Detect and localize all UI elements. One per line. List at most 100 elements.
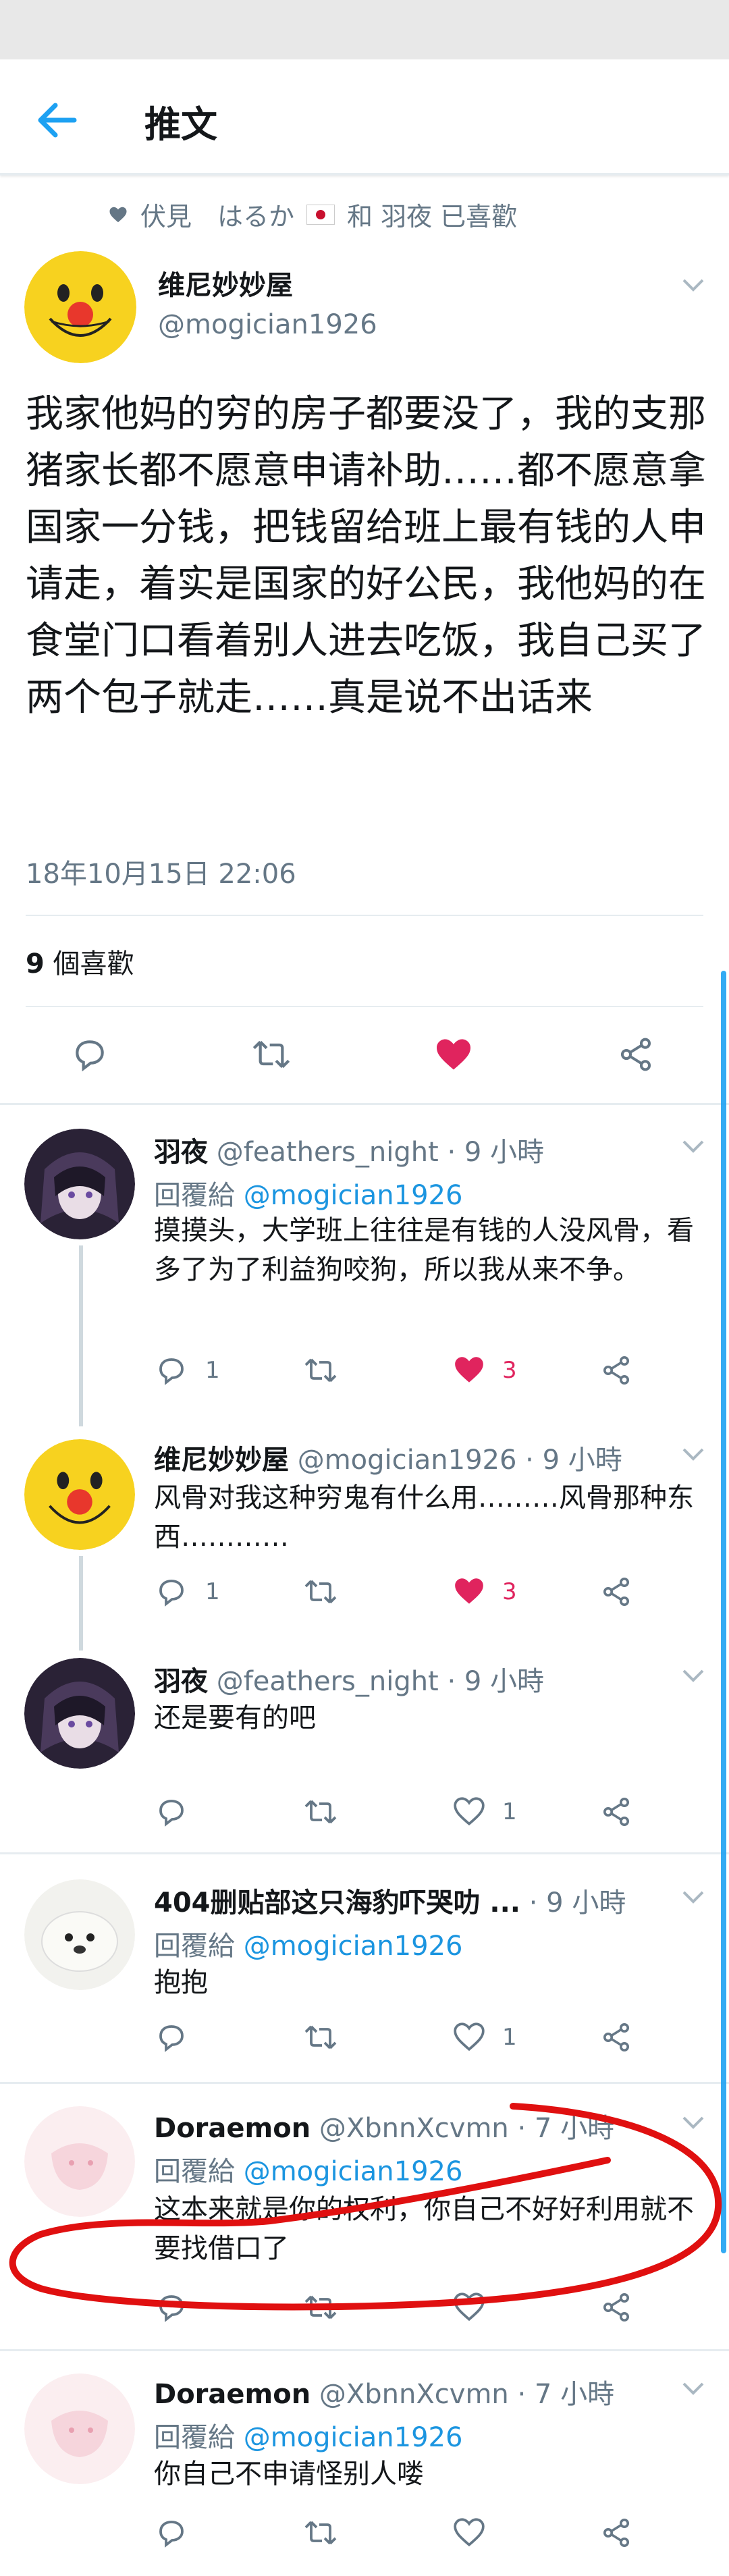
like-count: 3: [502, 1578, 517, 1605]
reply-text: 你自己不申请怪别人喽: [154, 2459, 424, 2490]
reply-meta: · 9 小時: [520, 1887, 626, 1918]
avatar-reply[interactable]: [24, 1439, 135, 1550]
heart-icon[interactable]: [432, 1034, 475, 1075]
scrollbar[interactable]: [721, 971, 726, 2253]
reply-author-name: 404删贴部这只海豹吓哭叻 ...: [154, 1887, 521, 1918]
divider: [0, 1103, 729, 1105]
heart-icon[interactable]: [451, 1353, 487, 1387]
reply-count: 1: [205, 1357, 220, 1384]
liked-by-suffix: 和 羽夜 已喜歡: [347, 202, 518, 232]
retweet-icon[interactable]: [302, 2021, 339, 2054]
thread-line: [79, 1556, 83, 1651]
tweet-text: 我家他妈的穷的房子都要没了，我的支那猪家长都不愿意申请补助……都不愿意拿国家一分…: [26, 392, 706, 720]
replying-handle[interactable]: @mogician1926: [244, 2156, 463, 2187]
avatar-reply[interactable]: [24, 1129, 135, 1239]
replying-handle[interactable]: @mogician1926: [244, 2422, 463, 2453]
page-title: 推文: [144, 103, 217, 146]
reply-count: 1: [205, 1578, 220, 1605]
heart-icon[interactable]: [451, 1574, 487, 1608]
replying-label: 回覆給: [154, 2422, 244, 2453]
reply-text: 这本来就是你的权利，你自己不好好利用就不要找借口了: [154, 2194, 694, 2264]
replying-label: 回覆給: [154, 1180, 244, 1211]
reply-icon[interactable]: [154, 1354, 189, 1387]
reply-meta: @feathers_night · 9 小時: [216, 1666, 545, 1697]
chevron-down-icon[interactable]: [682, 1139, 705, 1153]
divider: [0, 1852, 729, 1854]
reply-header[interactable]: 羽夜 @feathers_night · 9 小時: [154, 1130, 544, 1169]
likes-number: 9: [26, 948, 45, 980]
heart-icon[interactable]: [451, 2020, 487, 2054]
replying-to[interactable]: 回覆給 @mogician1926: [154, 1924, 462, 1963]
reply-header[interactable]: 404删贴部这只海豹吓哭叻 ... · 9 小時: [154, 1881, 626, 1920]
chevron-down-icon[interactable]: [682, 1890, 705, 1904]
reply-icon[interactable]: [70, 1036, 110, 1073]
tweet-timestamp: 18年10月15日 22:06: [26, 859, 296, 890]
reply-text: 摸摸头，大学班上往往是有钱的人没风骨，看多了为了利益狗咬狗，所以我从来不争。: [154, 1215, 694, 1285]
divider: [26, 1006, 703, 1007]
reply-header[interactable]: Doraemon @XbnnXcvmn · 7 小時: [154, 2106, 614, 2145]
replying-handle[interactable]: @mogician1926: [244, 1180, 463, 1211]
reply-meta: @feathers_night · 9 小時: [216, 1137, 545, 1168]
retweet-icon[interactable]: [302, 1796, 339, 1828]
reply-icon[interactable]: [154, 2517, 189, 2549]
retweet-icon[interactable]: [302, 2517, 339, 2549]
chevron-down-icon[interactable]: [682, 1447, 705, 1461]
avatar-reply[interactable]: [24, 2373, 135, 2484]
reply-icon[interactable]: [154, 2021, 189, 2054]
chevron-down-icon[interactable]: [682, 2116, 705, 2129]
back-arrow-icon[interactable]: [35, 100, 78, 140]
reply-header[interactable]: 羽夜 @feathers_night · 9 小時: [154, 1659, 544, 1698]
divider: [26, 915, 703, 916]
replying-to[interactable]: 回覆給 @mogician1926: [154, 2149, 462, 2189]
share-icon[interactable]: [599, 1796, 633, 1828]
reply-author-name: Doraemon: [154, 2379, 311, 2410]
avatar-reply[interactable]: [24, 1879, 135, 1990]
retweet-icon[interactable]: [250, 1036, 293, 1073]
share-icon[interactable]: [599, 2021, 633, 2054]
share-icon[interactable]: [599, 2517, 633, 2549]
reply-icon[interactable]: [154, 2291, 189, 2324]
reply-author-name: 羽夜: [154, 1666, 208, 1697]
status-bar: [0, 0, 729, 59]
retweet-icon[interactable]: [302, 2291, 339, 2324]
replying-handle[interactable]: @mogician1926: [244, 1931, 463, 1962]
heart-icon[interactable]: [451, 1794, 487, 1828]
reply-header[interactable]: Doraemon @XbnnXcvmn · 7 小時: [154, 2372, 614, 2411]
chevron-down-icon[interactable]: [682, 1669, 705, 1682]
share-icon[interactable]: [616, 1036, 656, 1073]
replying-label: 回覆給: [154, 2156, 244, 2187]
likes-label: 個喜歡: [44, 948, 134, 980]
reply-author-name: 羽夜: [154, 1137, 208, 1168]
share-icon[interactable]: [599, 1576, 633, 1608]
reply-text: 还是要有的吧: [154, 1702, 316, 1734]
author-handle[interactable]: @mogician1926: [158, 309, 377, 340]
divider: [0, 2082, 729, 2084]
japan-flag-icon: [306, 204, 335, 225]
avatar-main[interactable]: [24, 251, 136, 363]
heart-icon[interactable]: [451, 2515, 487, 2549]
reply-meta: @XbnnXcvmn · 7 小時: [319, 2379, 615, 2410]
likes-count[interactable]: 9 個喜歡: [26, 942, 134, 981]
divider: [0, 2349, 729, 2351]
reply-icon[interactable]: [154, 1576, 189, 1608]
author-name[interactable]: 维尼妙妙屋: [158, 263, 293, 302]
replying-to[interactable]: 回覆給 @mogician1926: [154, 1173, 462, 1212]
share-icon[interactable]: [599, 1354, 633, 1387]
reply-text: 风骨对我这种穷鬼有什么用………风骨那种东西…………: [154, 1482, 694, 1553]
like-count: 1: [502, 2024, 517, 2051]
liked-by-line[interactable]: 伏見 はるか 和 羽夜 已喜歡: [108, 196, 517, 233]
chevron-down-icon[interactable]: [682, 2382, 705, 2395]
like-count: 3: [502, 1357, 517, 1384]
reply-meta: @XbnnXcvmn · 7 小時: [319, 2113, 615, 2144]
retweet-icon[interactable]: [302, 1576, 339, 1608]
heart-icon[interactable]: [451, 2290, 487, 2324]
avatar-reply[interactable]: [24, 1658, 135, 1769]
reply-header[interactable]: 维尼妙妙屋 @mogician1926 · 9 小時: [154, 1438, 622, 1477]
replying-to[interactable]: 回覆給 @mogician1926: [154, 2415, 462, 2454]
avatar-reply[interactable]: [24, 2106, 135, 2217]
chevron-down-icon[interactable]: [682, 278, 705, 292]
reply-icon[interactable]: [154, 1796, 189, 1828]
retweet-icon[interactable]: [302, 1354, 339, 1387]
heart-icon: [109, 207, 127, 222]
share-icon[interactable]: [599, 2291, 633, 2324]
